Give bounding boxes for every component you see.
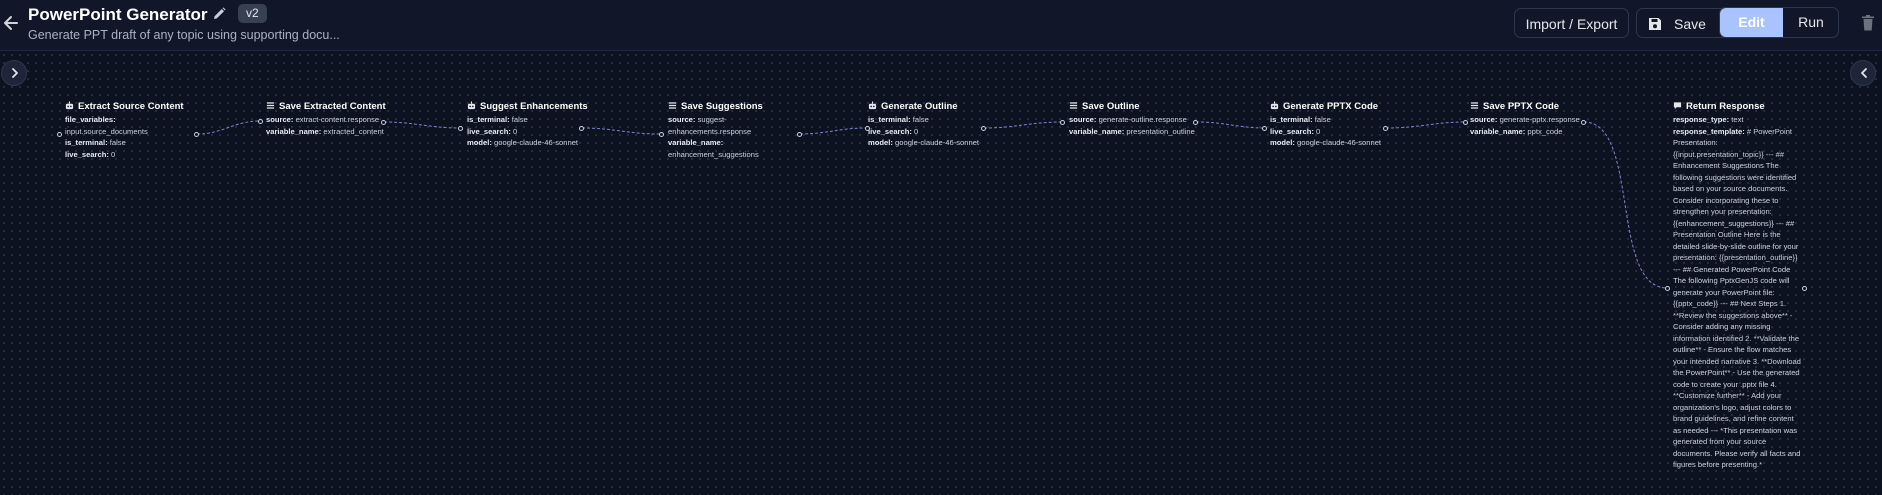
node-field: enhancements.response (668, 126, 752, 136)
node-extract-source-content[interactable]: Extract Source Content file_variables: i… (65, 100, 184, 160)
node-title: Save PPTX Code (1470, 100, 1580, 114)
trash-icon[interactable] (1861, 14, 1875, 32)
node-field: live_search: 0 (868, 126, 919, 136)
output-port[interactable] (194, 132, 199, 137)
output-port[interactable] (1581, 120, 1586, 125)
output-port[interactable] (981, 126, 986, 131)
import-export-button[interactable]: Import / Export (1514, 8, 1629, 38)
node-title: Save Extracted Content (266, 100, 386, 114)
page-description: Generate PPT draft of any topic using su… (28, 28, 340, 42)
expand-left-panel-button[interactable] (1, 60, 27, 86)
page-title: PowerPoint Generator (28, 5, 208, 24)
node-field: enhancement_suggestions (668, 149, 759, 159)
node-generate-outline[interactable]: Generate Outline is_terminal: false live… (868, 100, 979, 149)
node-field: is_terminal: false (1270, 115, 1331, 124)
expand-right-panel-button[interactable] (1850, 60, 1876, 86)
node-title: Suggest Enhancements (467, 100, 588, 114)
response-template-field: response_template: # PowerPoint Presenta… (1673, 126, 1801, 470)
node-save-outline[interactable]: Save Outline source: generate-outline.re… (1069, 100, 1195, 137)
node-suggest-enhancements[interactable]: Suggest Enhancements is_terminal: false … (467, 100, 588, 149)
output-port[interactable] (797, 132, 802, 137)
chevron-left-icon (1861, 68, 1867, 78)
robot-icon (65, 101, 74, 110)
node-field: variable_name: (668, 138, 724, 147)
input-port[interactable] (865, 126, 870, 131)
node-field: input.source_documents (65, 126, 148, 136)
node-field: live_search: 0 (467, 126, 518, 136)
list-icon (1069, 102, 1078, 109)
output-port[interactable] (1383, 126, 1388, 131)
node-field: source: generate-pptx.response (1470, 115, 1580, 124)
robot-icon (1270, 101, 1279, 110)
node-field: is_terminal: false (868, 115, 929, 124)
list-icon (1470, 102, 1479, 109)
node-field: is_terminal: false (65, 138, 126, 147)
output-port[interactable] (381, 120, 386, 125)
node-field: live_search: 0 (1270, 126, 1321, 136)
list-icon (266, 102, 275, 109)
input-port[interactable] (458, 126, 463, 131)
node-title: Return Response (1673, 100, 1801, 114)
list-icon (668, 102, 677, 109)
node-generate-pptx-code[interactable]: Generate PPTX Code is_terminal: false li… (1270, 100, 1381, 149)
robot-icon (467, 101, 476, 110)
input-port[interactable] (1060, 120, 1065, 125)
node-field: source: extract-content.response (266, 115, 380, 124)
mode-toggle: Edit Run (1719, 7, 1839, 38)
node-title: Generate PPTX Code (1270, 100, 1381, 114)
node-field: response_type: text (1673, 115, 1744, 124)
save-button[interactable]: Save (1636, 8, 1728, 38)
node-title: Extract Source Content (65, 100, 184, 114)
back-arrow-icon[interactable] (2, 12, 20, 34)
node-save-pptx-code[interactable]: Save PPTX Code source: generate-pptx.res… (1470, 100, 1580, 137)
output-port[interactable] (1193, 120, 1198, 125)
node-field: variable_name: pptx_code (1470, 126, 1563, 136)
input-port[interactable] (1665, 286, 1670, 291)
node-field: model: google-claude-46-sonnet (1270, 138, 1382, 147)
node-field: is_terminal: false (467, 115, 528, 124)
node-title: Save Outline (1069, 100, 1195, 114)
node-save-extracted-content[interactable]: Save Extracted Content source: extract-c… (266, 100, 386, 137)
robot-icon (868, 101, 877, 110)
node-field: live_search: 0 (65, 149, 116, 159)
app-header: PowerPoint Generator v2 Generate PPT dra… (0, 0, 1882, 51)
output-port[interactable] (1802, 286, 1807, 291)
floppy-disk-icon (1649, 18, 1661, 30)
node-field: source: generate-outline.response (1069, 115, 1187, 124)
input-port[interactable] (1262, 126, 1267, 131)
input-port[interactable] (1463, 120, 1468, 125)
node-save-suggestions[interactable]: Save Suggestions source: suggest- enhanc… (668, 100, 763, 160)
node-return-response[interactable]: Return Response response_type: text resp… (1673, 100, 1801, 471)
save-button-label: Save (1674, 16, 1706, 32)
node-field: model: google-claude-46-sonnet (467, 138, 579, 147)
node-field: source: suggest- (668, 115, 727, 124)
edit-mode-button[interactable]: Edit (1720, 8, 1783, 37)
node-title: Generate Outline (868, 100, 979, 114)
node-field: model: google-claude-46-sonnet (868, 138, 980, 147)
message-icon (1673, 102, 1682, 110)
chevron-right-icon (12, 68, 18, 78)
run-mode-button[interactable]: Run (1783, 8, 1838, 37)
node-field: variable_name: extracted_content (266, 126, 384, 136)
node-field: file_variables: (65, 115, 116, 124)
output-port[interactable] (579, 126, 584, 131)
input-port[interactable] (258, 119, 263, 124)
pencil-icon[interactable] (211, 6, 227, 22)
node-title: Save Suggestions (668, 100, 763, 114)
input-port[interactable] (659, 132, 664, 137)
input-port[interactable] (57, 132, 62, 137)
node-field: variable_name: presentation_outline (1069, 126, 1195, 136)
version-badge[interactable]: v2 (238, 4, 267, 23)
